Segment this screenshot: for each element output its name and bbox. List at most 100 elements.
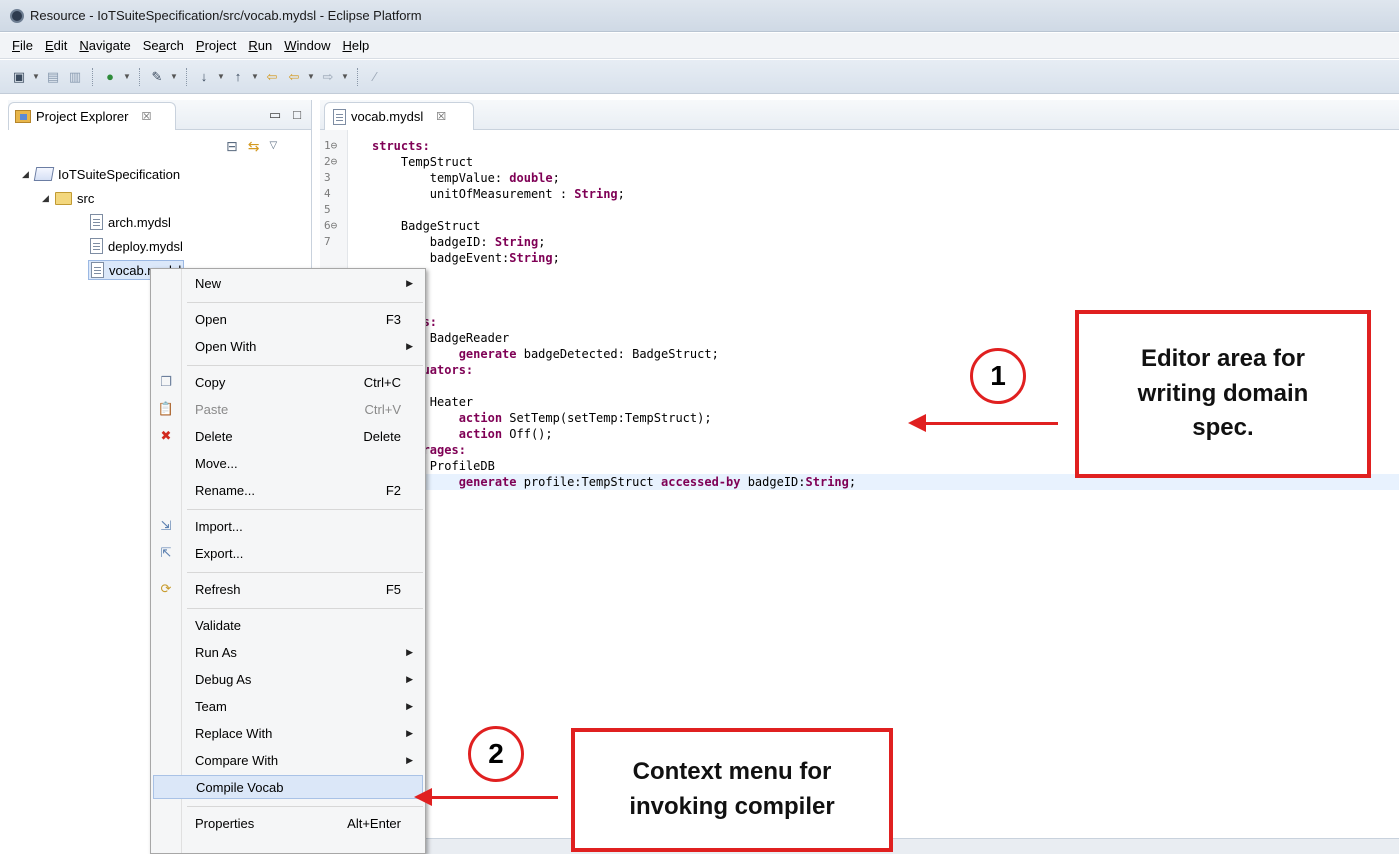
window-title: Resource - IoTSuiteSpecification/src/voc… xyxy=(30,8,422,23)
menu-item-rename[interactable]: Rename... F2 xyxy=(151,478,425,502)
menu-item-shortcut: Delete xyxy=(363,428,401,444)
menu-item-delete[interactable]: ✖ Delete Delete xyxy=(151,424,425,448)
last-edit-icon[interactable]: ⇦ xyxy=(263,68,281,86)
menu-item-team[interactable]: Team ▶ xyxy=(151,694,425,718)
menu-item-shortcut: F3 xyxy=(385,311,401,327)
expand-icon[interactable]: ◢ xyxy=(22,169,30,180)
menu-item-compare-with[interactable]: Compare With ▶ xyxy=(151,748,425,772)
submenu-arrow-icon: ▶ xyxy=(406,700,413,711)
menu-item-new[interactable]: New ▶ xyxy=(151,271,425,295)
menu-help[interactable]: Help xyxy=(336,38,375,53)
submenu-arrow-icon: ▶ xyxy=(406,754,413,765)
minimize-icon[interactable]: ▭ xyxy=(269,107,281,123)
menu-item-move[interactable]: Move... xyxy=(151,451,425,475)
forward-dropdown-icon[interactable]: ▼ xyxy=(341,72,349,81)
menu-item-replace-with[interactable]: Replace With ▶ xyxy=(151,721,425,745)
code-line[interactable]: 2⊖ TempStruct xyxy=(320,154,1399,170)
project-icon xyxy=(33,167,55,181)
menu-item-export[interactable]: ⇱ Export... xyxy=(151,541,425,565)
code-text[interactable]: 1⊖ structs: 2⊖ TempStruct 3 tempValue: doub… xyxy=(320,130,1399,830)
menu-search[interactable]: Search xyxy=(137,38,190,53)
menu-item-label: Open xyxy=(195,311,227,327)
menu-separator xyxy=(187,572,423,573)
explorer-tabbar: Project Explorer ☒ ▭ □ xyxy=(8,100,311,130)
menu-project[interactable]: Project xyxy=(190,38,242,53)
prev-annotation-dropdown-icon[interactable]: ▼ xyxy=(251,72,259,81)
menu-item-open-with[interactable]: Open With ▶ xyxy=(151,334,425,358)
menu-item-properties[interactable]: Properties Alt+Enter xyxy=(151,811,425,835)
forward-icon[interactable]: ⇨ xyxy=(319,68,337,86)
menu-item-label: Validate xyxy=(195,617,242,633)
new-icon[interactable]: ▣ xyxy=(10,68,28,86)
menu-run[interactable]: Run xyxy=(242,38,278,53)
pin-icon[interactable]: ⁄ xyxy=(366,68,384,86)
back-icon[interactable]: ⇦ xyxy=(285,68,303,86)
close-tab-icon[interactable]: ☒ xyxy=(141,110,151,123)
copy-icon: ❐ xyxy=(160,374,172,389)
menu-item-paste[interactable]: 📋 Paste Ctrl+V xyxy=(151,397,425,421)
code-line[interactable]: ces: xyxy=(320,282,1399,298)
menu-item-open[interactable]: Open F3 xyxy=(151,307,425,331)
code-line[interactable]: 6⊖ BadgeStruct xyxy=(320,218,1399,234)
save-icon[interactable]: ▤ xyxy=(44,68,62,86)
menu-item-validate[interactable]: Validate xyxy=(151,613,425,637)
callout-line: Editor area for xyxy=(1140,344,1306,372)
menu-separator xyxy=(187,806,423,807)
menu-window[interactable]: Window xyxy=(278,38,336,53)
maximize-icon[interactable]: □ xyxy=(293,107,301,123)
menu-item-label: Paste xyxy=(195,401,229,417)
code-line[interactable]: 7 badgeID: String; xyxy=(320,234,1399,250)
callout-number-2: 2 xyxy=(468,726,524,782)
tree-item-file[interactable]: deploy.mydsl xyxy=(90,236,183,256)
menu-file[interactable]: File xyxy=(6,38,39,53)
menu-item-label: New xyxy=(195,275,222,291)
back-dropdown-icon[interactable]: ▼ xyxy=(307,72,315,81)
file-icon xyxy=(90,214,103,230)
code-line[interactable] xyxy=(320,266,1399,282)
code-line-text: BadgeStruct xyxy=(372,219,481,233)
view-menu-icon[interactable]: ▽ xyxy=(269,140,277,155)
menu-item-run-as[interactable]: Run As ▶ xyxy=(151,640,425,664)
code-line[interactable]: 1⊖ structs: xyxy=(320,138,1399,154)
menu-item-shortcut: Ctrl+C xyxy=(363,374,401,390)
pen-icon[interactable]: ✎ xyxy=(148,68,166,86)
menu-item-import[interactable]: ⇲ Import... xyxy=(151,514,425,538)
menu-item-shortcut: Alt+Enter xyxy=(347,815,401,831)
menu-navigate[interactable]: Navigate xyxy=(73,38,136,53)
code-line[interactable]: 3 tempValue: double; xyxy=(320,170,1399,186)
tree-item-folder[interactable]: ◢ src xyxy=(42,188,94,208)
refresh-icon: ⟳ xyxy=(160,581,172,596)
code-line[interactable]: 4 unitOfMeasurement : String; xyxy=(320,186,1399,202)
menu-separator xyxy=(187,509,423,510)
callout-editor-area: Editor area for writing domain spec. xyxy=(1075,310,1371,478)
run-icon[interactable]: ● xyxy=(101,68,119,86)
tree-item-file[interactable]: arch.mydsl xyxy=(90,212,171,232)
collapse-all-icon[interactable]: ⊟ xyxy=(226,138,238,155)
tree-item-project[interactable]: ◢ IoTSuiteSpecification xyxy=(22,164,180,184)
menu-item-refresh[interactable]: ⟳ Refresh F5 xyxy=(151,577,425,601)
code-line[interactable]: badgeEvent:String; xyxy=(320,250,1399,266)
line-number: 1⊖ xyxy=(324,139,338,152)
prev-annotation-icon[interactable]: ↑ xyxy=(229,68,247,86)
callout-number-1: 1 xyxy=(970,348,1026,404)
expand-icon[interactable]: ◢ xyxy=(42,193,50,204)
menu-edit[interactable]: Edit xyxy=(39,38,73,53)
code-line[interactable]: 5 xyxy=(320,202,1399,218)
pen-dropdown-icon[interactable]: ▼ xyxy=(170,72,178,81)
run-dropdown-icon[interactable]: ▼ xyxy=(123,72,131,81)
new-dropdown-icon[interactable]: ▼ xyxy=(32,72,40,81)
tab-vocab-mydsl[interactable]: vocab.mydsl ☒ xyxy=(324,102,474,130)
tab-project-explorer[interactable]: Project Explorer ☒ xyxy=(8,102,176,130)
menu-item-debug-as[interactable]: Debug As ▶ xyxy=(151,667,425,691)
next-annotation-dropdown-icon[interactable]: ▼ xyxy=(217,72,225,81)
next-annotation-icon[interactable]: ↓ xyxy=(195,68,213,86)
callout-arrow-2 xyxy=(414,788,558,806)
menu-item-copy[interactable]: ❐ Copy Ctrl+C xyxy=(151,370,425,394)
import-icon: ⇲ xyxy=(160,518,172,533)
close-tab-icon[interactable]: ☒ xyxy=(436,110,446,123)
save-all-icon[interactable]: ▥ xyxy=(66,68,84,86)
link-with-editor-icon[interactable]: ⇆ xyxy=(248,138,260,155)
line-number: 7 xyxy=(324,235,331,248)
menu-item-compile-vocab[interactable]: Compile Vocab xyxy=(153,775,423,799)
window-titlebar: Resource - IoTSuiteSpecification/src/voc… xyxy=(0,0,1399,32)
